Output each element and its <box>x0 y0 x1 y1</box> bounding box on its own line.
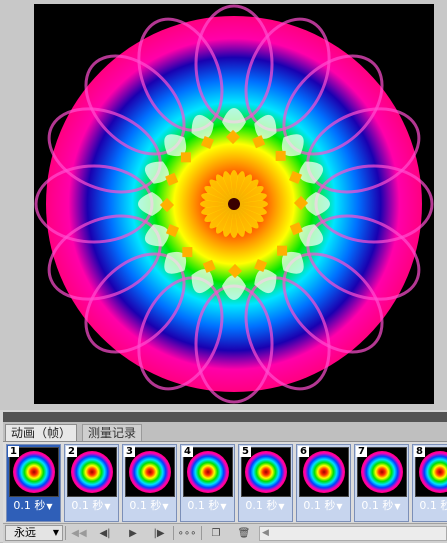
tween-icon: ∘∘∘ <box>177 528 197 539</box>
panel-titlebar[interactable] <box>3 412 447 422</box>
frame-delay-select[interactable]: 0.1 秒▼ <box>122 499 176 514</box>
panel-tab-bar: 动画（帧） 测量记录 <box>3 422 447 442</box>
toolbar-divider <box>173 526 174 540</box>
frame-delay-select[interactable]: 0.1 秒▼ <box>296 499 350 514</box>
dropdown-arrow-icon: ▼ <box>336 502 343 511</box>
dropdown-arrow-icon: ▼ <box>46 502 53 511</box>
frame-number: 6 <box>298 446 309 457</box>
frame-number: 1 <box>8 446 19 457</box>
delete-frame-button[interactable]: 🗑 <box>234 526 254 541</box>
duplicate-frame-button[interactable]: ❐ <box>206 526 226 541</box>
animation-frame[interactable]: 1 0.1 秒▼ <box>6 444 61 522</box>
canvas-workspace <box>0 0 447 410</box>
dropdown-arrow-icon: ▼ <box>52 528 59 537</box>
animation-toolbar: 永远 ▼ ◀◀ ◀| ▶ |▶ ∘∘∘ ❐ 🗑 ◀ <box>3 523 447 543</box>
mandala-artwork <box>34 4 434 404</box>
toolbar-divider <box>201 526 202 540</box>
prev-frame-button[interactable]: ◀| <box>95 526 115 541</box>
frame-delay-label: 0.1 秒 <box>419 499 447 512</box>
frame-delay-label: 0.1 秒 <box>187 499 220 512</box>
frame-number: 4 <box>182 446 193 457</box>
frames-scrollbar[interactable]: ◀ <box>259 526 447 541</box>
next-frame-button[interactable]: |▶ <box>149 526 169 541</box>
frame-number: 8 <box>414 446 425 457</box>
document-canvas[interactable] <box>34 4 434 404</box>
animation-frame[interactable]: 5 0.1 秒▼ <box>238 444 293 522</box>
loop-options-select[interactable]: 永远 ▼ <box>5 525 63 541</box>
dropdown-arrow-icon: ▼ <box>162 502 169 511</box>
scroll-left-icon: ◀ <box>262 528 269 538</box>
first-frame-icon: ◀◀ <box>71 528 87 539</box>
frame-delay-label: 0.1 秒 <box>13 499 46 512</box>
frame-delay-select[interactable]: 0.1 秒▼ <box>6 499 60 514</box>
frame-number: 3 <box>124 446 135 457</box>
frame-delay-select[interactable]: 0.1 秒▼ <box>354 499 408 514</box>
animation-frame[interactable]: 2 0.1 秒▼ <box>64 444 119 522</box>
next-frame-icon: |▶ <box>153 528 165 539</box>
toolbar-divider <box>65 526 66 540</box>
first-frame-button[interactable]: ◀◀ <box>69 526 89 541</box>
animation-frame[interactable]: 7 0.1 秒▼ <box>354 444 409 522</box>
frame-delay-label: 0.1 秒 <box>361 499 394 512</box>
dropdown-arrow-icon: ▼ <box>394 502 401 511</box>
animation-frame[interactable]: 6 0.1 秒▼ <box>296 444 351 522</box>
dropdown-arrow-icon: ▼ <box>278 502 285 511</box>
tab-animation-frames[interactable]: 动画（帧） <box>5 424 78 441</box>
prev-frame-icon: ◀| <box>99 528 111 539</box>
duplicate-frame-icon: ❐ <box>211 528 221 539</box>
frame-delay-select[interactable]: 0.1 秒▼ <box>238 499 292 514</box>
frame-delay-label: 0.1 秒 <box>303 499 336 512</box>
play-icon: ▶ <box>129 528 137 539</box>
play-button[interactable]: ▶ <box>123 526 143 541</box>
frames-strip: 1 0.1 秒▼ 2 0.1 秒▼ 3 0.1 秒▼ 4 0.1 秒▼ 5 0.… <box>3 442 447 522</box>
frame-number: 7 <box>356 446 367 457</box>
frame-delay-select[interactable]: 0.1 秒▼ <box>64 499 118 514</box>
animation-panel: 动画（帧） 测量记录 1 0.1 秒▼ 2 0.1 秒▼ 3 0.1 秒▼ 4 … <box>0 410 447 543</box>
frame-number: 5 <box>240 446 251 457</box>
frame-delay-select[interactable]: 0.1 秒▼ <box>412 499 447 514</box>
animation-frame[interactable]: 4 0.1 秒▼ <box>180 444 235 522</box>
trash-icon: 🗑 <box>237 528 251 539</box>
dropdown-arrow-icon: ▼ <box>104 502 111 511</box>
frame-delay-label: 0.1 秒 <box>245 499 278 512</box>
animation-frame[interactable]: 3 0.1 秒▼ <box>122 444 177 522</box>
frame-delay-select[interactable]: 0.1 秒▼ <box>180 499 234 514</box>
tween-button[interactable]: ∘∘∘ <box>177 526 197 541</box>
frame-delay-label: 0.1 秒 <box>71 499 104 512</box>
frame-delay-label: 0.1 秒 <box>129 499 162 512</box>
dropdown-arrow-icon: ▼ <box>220 502 227 511</box>
loop-value: 永远 <box>14 526 36 539</box>
tab-measurement-log[interactable]: 测量记录 <box>82 424 143 441</box>
frame-number: 2 <box>66 446 77 457</box>
animation-frame[interactable]: 8 0.1 秒▼ <box>412 444 447 522</box>
